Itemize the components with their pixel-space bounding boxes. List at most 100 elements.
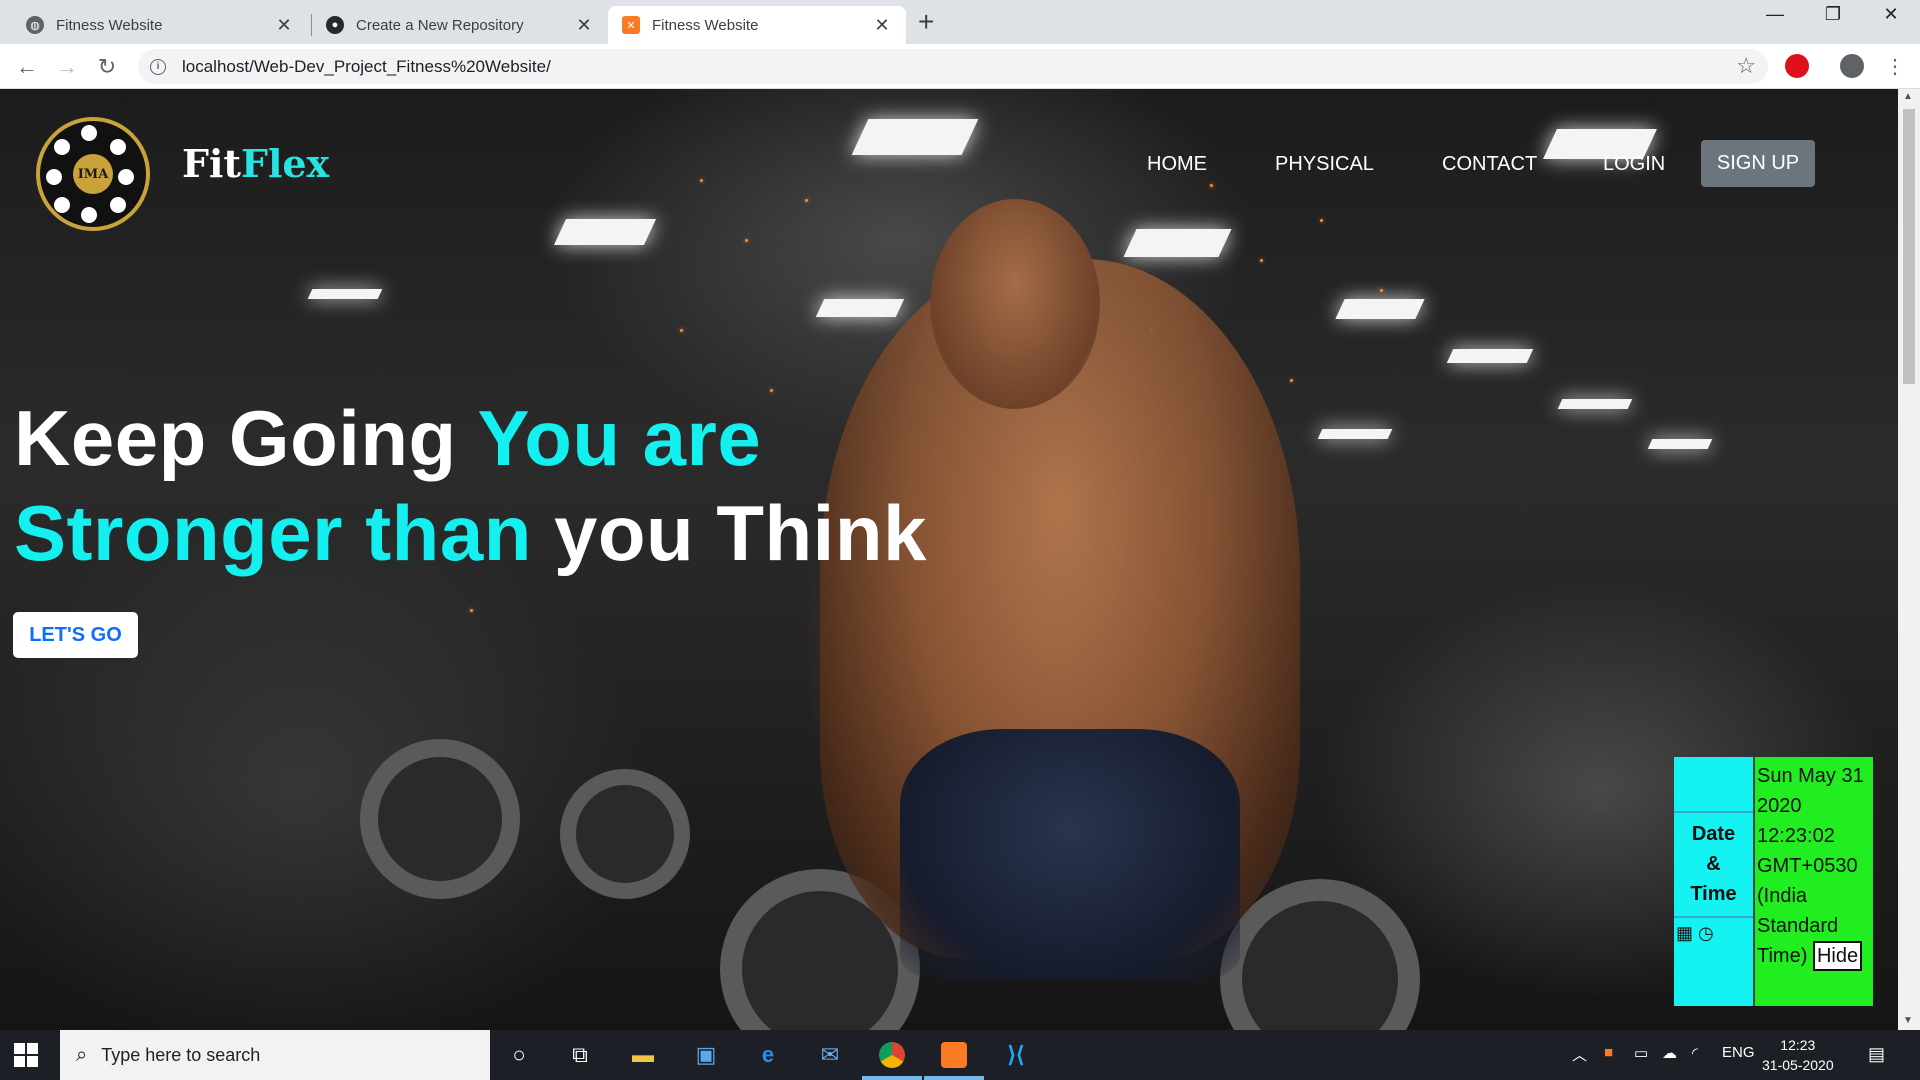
- menu-kebab-icon[interactable]: ⋮: [1880, 52, 1910, 82]
- windows-start-icon[interactable]: [14, 1043, 38, 1067]
- ceiling-light: [1557, 399, 1633, 409]
- tab-fitness-website-1[interactable]: ◍ Fitness Website ✕: [12, 6, 308, 44]
- logo-figure: [110, 197, 126, 213]
- minimize-icon[interactable]: —: [1750, 4, 1800, 25]
- browser-tab-bar: ◍ Fitness Website ✕ ● Create a New Repos…: [0, 0, 1920, 44]
- spark: [1380, 289, 1383, 292]
- ceiling-light: [307, 289, 383, 299]
- tab-fitness-website-active[interactable]: ✕ Fitness Website ✕: [608, 6, 906, 44]
- ceiling-light: [553, 219, 657, 245]
- spark: [470, 609, 473, 612]
- headline-line-2: Stronger than you Think: [14, 486, 927, 581]
- datetime-heading-time: Time: [1690, 883, 1737, 905]
- weight-plate: [360, 739, 520, 899]
- ima-logo[interactable]: IMA: [36, 117, 150, 231]
- hide-button[interactable]: Hide: [1812, 941, 1863, 971]
- page-viewport: IMA FitFlex HOME PHYSICAL CONTACT LOGIN …: [0, 89, 1898, 1030]
- onedrive-cloud-icon[interactable]: ☁: [1662, 1044, 1677, 1062]
- datetime-heading-amp: &: [1706, 853, 1721, 875]
- adblock-extension-icon[interactable]: [1785, 54, 1809, 78]
- calendar-icon: ▦: [1676, 923, 1694, 943]
- xampp-icon: ✕: [622, 16, 640, 34]
- file-explorer-icon[interactable]: ▬: [627, 1039, 659, 1071]
- edge-icon[interactable]: e: [752, 1039, 784, 1071]
- spark: [1260, 259, 1263, 262]
- battery-icon[interactable]: ▭: [1634, 1044, 1648, 1062]
- hero-headline: Keep Going You are Stronger than you Thi…: [14, 391, 927, 581]
- info-icon[interactable]: i: [150, 58, 166, 75]
- tray-chevron-up-icon[interactable]: ︿: [1572, 1044, 1587, 1065]
- ceiling-light: [1335, 299, 1425, 319]
- wifi-icon[interactable]: ◜: [1692, 1044, 1698, 1062]
- close-icon[interactable]: ✕: [872, 15, 892, 36]
- close-icon[interactable]: ✕: [574, 15, 594, 36]
- logo-figure: [54, 197, 70, 213]
- logo-figure: [81, 125, 97, 141]
- athlete-shorts: [900, 729, 1240, 979]
- close-window-icon[interactable]: ✕: [1866, 4, 1916, 25]
- language-indicator[interactable]: ENG: [1722, 1044, 1755, 1061]
- cortana-icon[interactable]: ○: [503, 1039, 535, 1071]
- headline-keep-going: Keep Going: [14, 394, 478, 482]
- nav-login[interactable]: LOGIN: [1603, 153, 1665, 176]
- scroll-down-arrow-icon[interactable]: ▼: [1903, 1015, 1913, 1026]
- clock-icon: ◷: [1698, 923, 1714, 943]
- profile-avatar-icon[interactable]: [1840, 54, 1864, 78]
- store-icon[interactable]: ▣: [690, 1039, 722, 1071]
- logo-figure: [46, 169, 62, 185]
- mail-icon[interactable]: ✉: [814, 1039, 846, 1071]
- notifications-icon[interactable]: ▤: [1868, 1044, 1885, 1065]
- vscode-icon[interactable]: ⟩⟨: [1000, 1039, 1032, 1071]
- datetime-heading-date: Date: [1691, 823, 1736, 845]
- ceiling-light: [815, 299, 905, 317]
- forward-arrow-icon[interactable]: →: [52, 52, 82, 82]
- logo-figure: [81, 207, 97, 223]
- bookmark-star-icon[interactable]: ☆: [1736, 53, 1756, 79]
- headline-line-1: Keep Going You are: [14, 391, 927, 486]
- tab-title: Fitness Website: [56, 16, 163, 34]
- clock-date: 31-05-2020: [1762, 1057, 1834, 1073]
- ceiling-light: [1123, 229, 1232, 257]
- url-text[interactable]: localhost/Web-Dev_Project_Fitness%20Webs…: [182, 57, 551, 77]
- weight-plate: [560, 769, 690, 899]
- maximize-icon[interactable]: ❐: [1808, 4, 1858, 25]
- datetime-icons: ▦ ◷: [1676, 923, 1714, 944]
- datetime-heading: Date & Time: [1674, 811, 1753, 918]
- clock-time: 12:23: [1780, 1037, 1816, 1053]
- ceiling-light: [1647, 439, 1713, 449]
- logo-figure: [54, 139, 70, 155]
- close-icon[interactable]: ✕: [274, 15, 294, 36]
- scroll-up-arrow-icon[interactable]: ▲: [1903, 91, 1913, 102]
- nav-physical[interactable]: PHYSICAL: [1275, 153, 1374, 176]
- lets-go-button[interactable]: LET'S GO: [13, 612, 138, 658]
- taskbar-search-box[interactable]: ⌕ Type here to search: [60, 1030, 490, 1080]
- tab-title: Create a New Repository: [356, 16, 524, 34]
- page-scrollbar[interactable]: ▲ ▼: [1898, 89, 1920, 1030]
- headline-stronger-than: Stronger than: [14, 489, 555, 577]
- nav-contact[interactable]: CONTACT: [1442, 153, 1537, 176]
- datetime-value-column: Sun May 31 2020 12:23:02 GMT+0530 (India…: [1753, 757, 1873, 1006]
- signup-button[interactable]: SIGN UP: [1701, 140, 1815, 187]
- athlete-head: [930, 199, 1100, 409]
- brand-name[interactable]: FitFlex: [182, 141, 329, 186]
- xampp-taskbar-icon[interactable]: [938, 1039, 970, 1071]
- address-bar[interactable]: i localhost/Web-Dev_Project_Fitness%20We…: [138, 49, 1768, 84]
- tab-create-repository[interactable]: ● Create a New Repository ✕: [312, 6, 608, 44]
- task-view-icon[interactable]: ⧉: [564, 1039, 596, 1071]
- nav-home[interactable]: HOME: [1147, 153, 1207, 176]
- spark: [680, 329, 683, 332]
- back-arrow-icon[interactable]: ←: [12, 52, 42, 82]
- new-tab-button[interactable]: +: [918, 8, 934, 36]
- datetime-value: Sun May 31 2020 12:23:02 GMT+0530 (India…: [1757, 765, 1864, 967]
- datetime-widget: Date & Time ▦ ◷ Sun May 31 2020 12:23:02…: [1674, 757, 1873, 1006]
- browser-toolbar: ← → ↻ i localhost/Web-Dev_Project_Fitnes…: [0, 44, 1920, 89]
- taskbar-clock[interactable]: 12:23 31-05-2020: [1762, 1035, 1834, 1075]
- chrome-icon[interactable]: [876, 1039, 908, 1071]
- spark: [700, 179, 703, 182]
- tray-xampp-icon[interactable]: ■: [1604, 1044, 1613, 1061]
- brand-part-flex: Flex: [240, 141, 330, 186]
- spark: [1290, 379, 1293, 382]
- reload-icon[interactable]: ↻: [92, 52, 122, 82]
- windows-taskbar: ⌕ Type here to search ○ ⧉ ▬ ▣ e ✉ ⟩⟨ ︿ ■…: [0, 1030, 1920, 1080]
- scroll-thumb[interactable]: [1903, 109, 1915, 384]
